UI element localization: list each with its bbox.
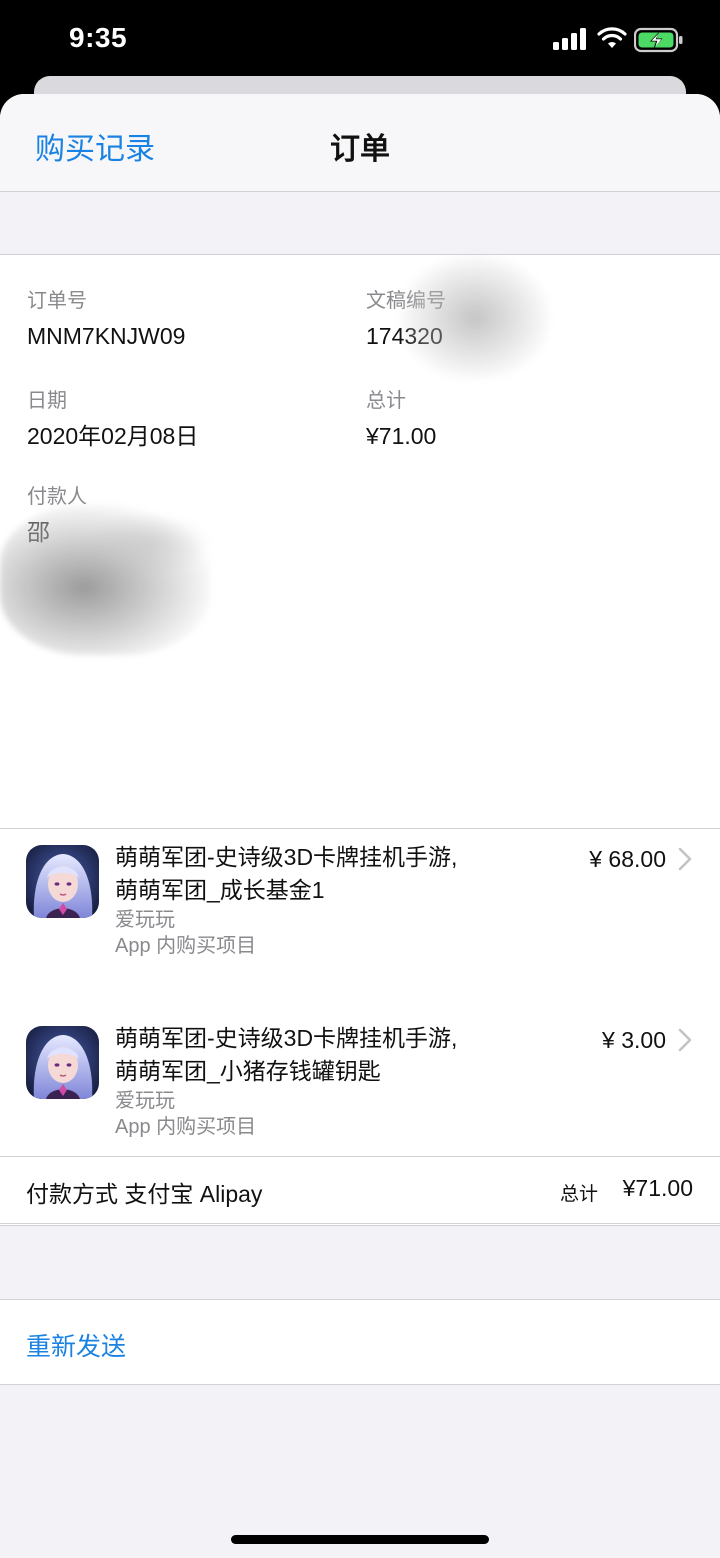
list-item[interactable]: 萌萌军团-史诗级3D卡牌挂机手游, 萌萌军团_小猪存钱罐钥匙 爱玩玩 App 内… xyxy=(0,1010,720,1170)
item-title: 萌萌军团-史诗级3D卡牌挂机手游, 萌萌军团_小猪存钱罐钥匙 xyxy=(115,1025,458,1084)
status-bar: 9:35 xyxy=(0,0,720,80)
order-number-label: 订单号 xyxy=(27,290,87,312)
item-developer: 爱玩玩 xyxy=(115,909,175,931)
resend-button[interactable]: 重新发送 xyxy=(26,1327,126,1363)
total-field: 总计 ¥71.00 xyxy=(366,387,436,451)
order-sheet: 购买记录 订单 订单号 MNM7KNJW09 文稿编号 174320 日期 20… xyxy=(0,94,720,1558)
app-icon xyxy=(26,845,99,918)
item-developer: 爱玩玩 xyxy=(115,1090,175,1112)
redaction-scribble xyxy=(90,513,210,573)
payment-total-value: ¥71.00 xyxy=(622,1175,693,1201)
signal-icon xyxy=(553,28,586,50)
page-title: 订单 xyxy=(330,133,390,166)
battery-charging-icon xyxy=(634,27,683,53)
chevron-right-icon xyxy=(678,1028,692,1052)
payment-total-label: 总计 xyxy=(559,1184,598,1205)
chevron-right-icon xyxy=(678,847,692,871)
app-icon xyxy=(26,1026,99,1099)
wifi-icon xyxy=(597,27,627,48)
item-title: 萌萌军团-史诗级3D卡牌挂机手游, 萌萌军团_成长基金1 xyxy=(115,844,458,903)
date-field: 日期 2020年02月08日 xyxy=(27,387,198,451)
order-number-value: MNM7KNJW09 xyxy=(27,323,186,349)
order-info-section: 订单号 MNM7KNJW09 文稿编号 174320 日期 2020年02月08… xyxy=(0,254,720,829)
date-label: 日期 xyxy=(27,390,67,412)
total-value: ¥71.00 xyxy=(366,423,437,449)
date-value: 2020年02月08日 xyxy=(27,423,199,449)
navigation-bar: 购买记录 订单 xyxy=(0,94,720,192)
status-time: 9:35 xyxy=(69,22,128,53)
item-price: ¥ 3.00 xyxy=(602,1027,666,1053)
total-label: 总计 xyxy=(366,390,406,412)
payment-summary-row: 付款方式 支付宝 Alipay 总计 ¥71.00 xyxy=(0,1156,720,1224)
item-price: ¥ 68.00 xyxy=(589,846,666,872)
redaction-scribble xyxy=(400,255,550,380)
order-number-field: 订单号 MNM7KNJW09 xyxy=(27,287,185,351)
home-indicator[interactable] xyxy=(231,1535,489,1544)
payment-method-label: 付款方式 支付宝 Alipay xyxy=(26,1181,263,1207)
item-type: App 内购买项目 xyxy=(115,935,257,957)
resend-section: 重新发送 xyxy=(0,1299,720,1385)
list-item[interactable]: 萌萌军团-史诗级3D卡牌挂机手游, 萌萌军团_成长基金1 爱玩玩 App 内购买… xyxy=(0,829,720,989)
item-type: App 内购买项目 xyxy=(115,1116,257,1138)
